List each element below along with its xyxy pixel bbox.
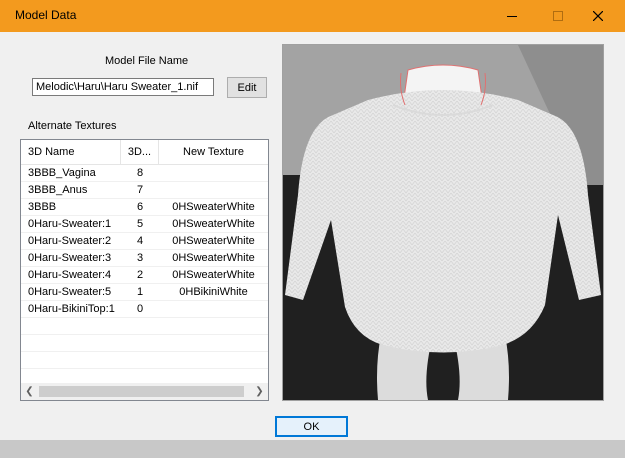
window-title: Model Data <box>15 8 77 22</box>
horizontal-scrollbar[interactable]: ❮ ❯ <box>21 383 268 400</box>
alternate-textures-label: Alternate Textures <box>28 120 117 132</box>
table-row[interactable]: 3BBB_Anus 7 <box>21 182 268 199</box>
empty-row <box>21 318 268 335</box>
textures-list[interactable]: 3D Name 3D... New Texture 3BBB_Vagina 8 3B… <box>20 139 269 401</box>
row-new-texture <box>159 182 268 198</box>
row-new-texture: 0HBikiniWhite <box>179 286 248 298</box>
row-new-texture: 0HSweaterWhite <box>172 269 255 281</box>
row-3d-index: 0 <box>136 303 144 315</box>
row-new-texture <box>159 301 268 317</box>
minimize-button[interactable] <box>489 0 535 32</box>
edit-button[interactable]: Edit <box>227 77 267 98</box>
table-row[interactable]: 3BBB_Vagina 8 <box>21 165 268 182</box>
row-3d-index: 8 <box>136 167 144 179</box>
table-row[interactable]: 0Haru-Sweater:1 5 0HSweaterWhite <box>21 216 268 233</box>
row-3d-name: 3BBB_Anus <box>28 184 88 196</box>
title-bar[interactable]: Model Data <box>0 0 625 32</box>
row-3d-index: 3 <box>136 252 144 264</box>
scroll-right-icon[interactable]: ❯ <box>251 383 268 400</box>
row-new-texture <box>159 165 268 181</box>
column-header-3d-index[interactable]: 3D... <box>121 140 159 164</box>
model-file-field[interactable]: Melodic\Haru\Haru Sweater_1.nif <box>32 78 214 96</box>
row-new-texture: 0HSweaterWhite <box>172 218 255 230</box>
close-button[interactable] <box>575 0 621 32</box>
row-3d-name: 0Haru-Sweater:4 <box>28 269 112 281</box>
empty-row <box>21 335 268 352</box>
background-window-strip <box>0 440 625 458</box>
row-3d-name: 0Haru-Sweater:5 <box>28 286 112 298</box>
close-icon <box>593 11 603 21</box>
row-3d-index: 7 <box>136 184 144 196</box>
table-row[interactable]: 0Haru-Sweater:3 3 0HSweaterWhite <box>21 250 268 267</box>
empty-row <box>21 352 268 369</box>
scroll-left-icon[interactable]: ❮ <box>21 383 38 400</box>
column-header-3d-name[interactable]: 3D Name <box>21 140 121 164</box>
ok-button[interactable]: OK <box>275 416 348 437</box>
row-new-texture: 0HSweaterWhite <box>172 235 255 247</box>
row-3d-index: 5 <box>136 218 144 230</box>
maximize-icon <box>553 11 563 21</box>
scroll-thumb[interactable] <box>39 386 244 397</box>
model-preview[interactable] <box>282 44 604 401</box>
row-3d-index: 2 <box>136 269 144 281</box>
row-3d-name: 0Haru-Sweater:2 <box>28 235 112 247</box>
row-new-texture: 0HSweaterWhite <box>172 252 255 264</box>
table-row[interactable]: 0Haru-Sweater:4 2 0HSweaterWhite <box>21 267 268 284</box>
column-header-new-texture[interactable]: New Texture <box>159 140 268 164</box>
row-3d-name: 0Haru-BikiniTop:1 <box>28 303 115 315</box>
table-row[interactable]: 0Haru-Sweater:2 4 0HSweaterWhite <box>21 233 268 250</box>
row-3d-index: 6 <box>136 201 144 213</box>
row-3d-name: 3BBB_Vagina <box>28 167 96 179</box>
table-row[interactable]: 3BBB 6 0HSweaterWhite <box>21 199 268 216</box>
row-3d-name: 0Haru-Sweater:3 <box>28 252 112 264</box>
row-new-texture: 0HSweaterWhite <box>172 201 255 213</box>
minimize-icon <box>507 16 517 17</box>
table-row[interactable]: 0Haru-BikiniTop:1 0 <box>21 301 268 318</box>
row-3d-name: 0Haru-Sweater:1 <box>28 218 112 230</box>
row-3d-index: 1 <box>136 286 144 298</box>
table-row[interactable]: 0Haru-Sweater:5 1 0HBikiniWhite <box>21 284 268 301</box>
sweater-model-render <box>283 45 603 400</box>
row-3d-index: 4 <box>136 235 144 247</box>
row-3d-name: 3BBB <box>28 201 57 213</box>
list-header: 3D Name 3D... New Texture <box>21 140 268 165</box>
model-file-label: Model File Name <box>105 55 189 67</box>
